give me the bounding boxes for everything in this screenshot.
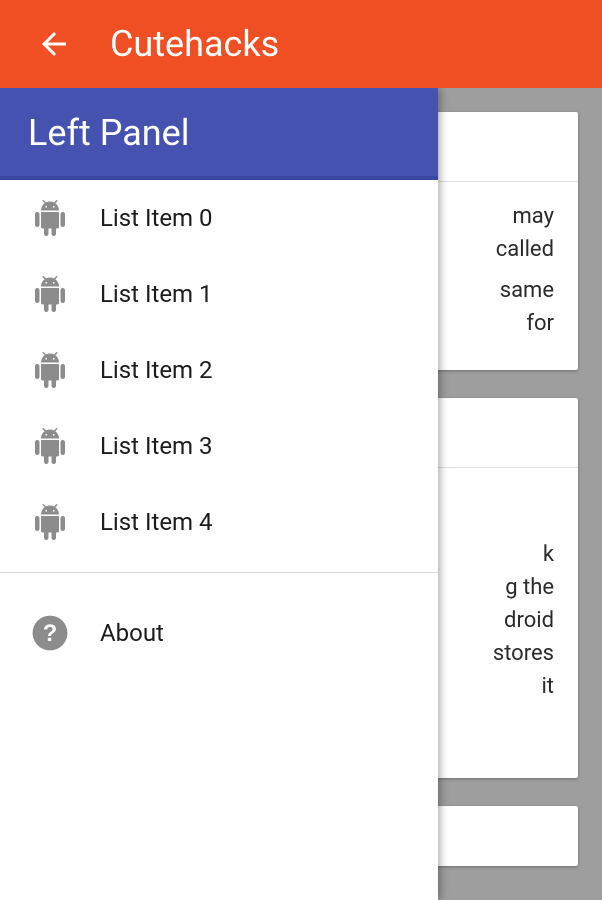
drawer-item-label: List Item 1 (100, 280, 213, 308)
drawer-item-3[interactable]: List Item 3 (0, 408, 438, 484)
divider (0, 572, 438, 573)
drawer-item-2[interactable]: List Item 2 (0, 332, 438, 408)
android-icon (30, 274, 70, 314)
navigation-drawer: Left Panel List Item 0 List Item 1 List … (0, 88, 438, 900)
drawer-header: Left Panel (0, 88, 438, 180)
android-icon (30, 502, 70, 542)
app-bar: Cutehacks (0, 0, 602, 88)
drawer-item-label: List Item 2 (100, 356, 213, 384)
drawer-item-label: About (100, 619, 164, 647)
drawer-list: List Item 0 List Item 1 List Item 2 List… (0, 180, 438, 671)
drawer-item-about[interactable]: About (0, 595, 438, 671)
android-icon (30, 350, 70, 390)
android-icon (30, 426, 70, 466)
help-icon (30, 613, 70, 653)
drawer-item-4[interactable]: List Item 4 (0, 484, 438, 560)
drawer-item-1[interactable]: List Item 1 (0, 256, 438, 332)
android-icon (30, 198, 70, 238)
drawer-item-label: List Item 3 (100, 432, 213, 460)
drawer-item-0[interactable]: List Item 0 (0, 180, 438, 256)
drawer-item-label: List Item 0 (100, 204, 213, 232)
drawer-item-label: List Item 4 (100, 508, 213, 536)
app-title: Cutehacks (110, 23, 279, 65)
arrow-back-icon (36, 26, 72, 62)
back-button[interactable] (30, 20, 78, 68)
